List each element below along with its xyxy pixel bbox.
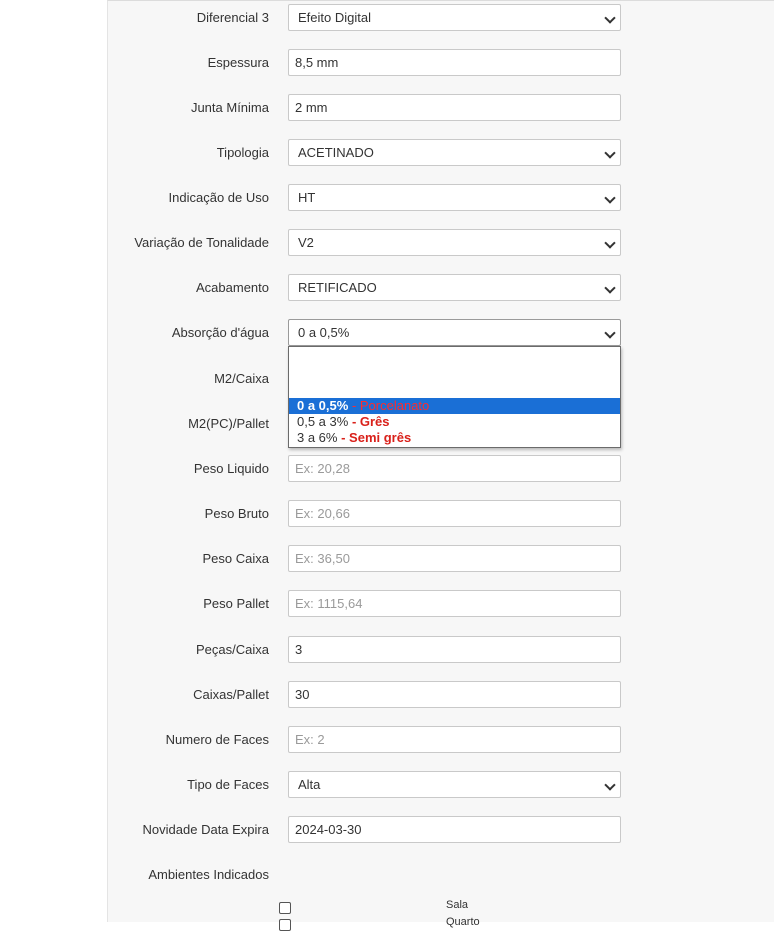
peso-caixa-input[interactable]: Ex: 36,50 [288, 545, 621, 572]
row-indicacao-uso: Indicação de Uso HT [108, 184, 774, 211]
numero-faces-input[interactable]: Ex: 2 [288, 726, 621, 753]
ambiente-label-quarto: Quarto [446, 916, 480, 928]
option-tag: - Grês [348, 414, 390, 429]
row-caixas-pallet: Caixas/Pallet 30 [108, 681, 774, 708]
variacao-tonalidade-label: Variação de Tonalidade [134, 235, 269, 250]
diferencial3-label: Diferencial 3 [196, 10, 269, 25]
indicacao-uso-select[interactable]: HT [288, 184, 621, 211]
row-peso-caixa: Peso Caixa Ex: 36,50 [108, 545, 774, 572]
form-panel: Diferencial 3 Efeito Digital Espessura 8… [107, 0, 774, 931]
row-tipo-faces: Tipo de Faces Alta [108, 771, 774, 798]
row-pecas-caixa: Peças/Caixa 3 [108, 636, 774, 663]
row-novidade-data-expira: Novidade Data Expira 2024-03-30 [108, 816, 774, 843]
row-peso-pallet: Peso Pallet Ex: 1115,64 [108, 590, 774, 617]
absorcao-agua-dropdown-list: 0 a 0,5% - Porcelanato 0,5 a 3% - Grês 3… [288, 346, 621, 448]
diferencial3-value: Efeito Digital [298, 10, 371, 25]
variacao-tonalidade-select[interactable]: V2 [288, 229, 621, 256]
acabamento-value: RETIFICADO [298, 280, 377, 295]
diferencial3-select[interactable]: Efeito Digital [288, 4, 621, 31]
ambientes-indicados-label: Ambientes Indicados [148, 867, 269, 882]
caixas-pallet-label: Caixas/Pallet [193, 687, 269, 702]
junta-minima-label: Junta Mínima [190, 100, 269, 115]
option-tag: - Porcelanato [348, 398, 430, 413]
absorcao-agua-value: 0 a 0,5% [298, 325, 350, 340]
row-tipologia: Tipologia ACETINADO [108, 139, 774, 166]
pecas-caixa-label: Peças/Caixa [196, 642, 269, 657]
caixas-pallet-input[interactable]: 30 [288, 681, 621, 708]
acabamento-label: Acabamento [196, 280, 269, 295]
row-ambientes-indicados: Ambientes Indicados [108, 861, 774, 888]
acabamento-select[interactable]: RETIFICADO [288, 274, 621, 301]
peso-caixa-label: Peso Caixa [202, 551, 269, 566]
option-value: 0 a 0,5% [297, 398, 349, 413]
row-junta-minima: Junta Mínima 2 mm [108, 94, 774, 121]
tipo-faces-value: Alta [298, 777, 321, 792]
peso-pallet-input[interactable]: Ex: 1115,64 [288, 590, 621, 617]
indicacao-uso-value: HT [298, 190, 316, 205]
chevron-down-icon [604, 779, 616, 791]
chevron-down-icon [604, 237, 616, 249]
junta-minima-input[interactable]: 2 mm [288, 94, 621, 121]
tipo-faces-label: Tipo de Faces [187, 777, 269, 792]
novidade-data-expira-input[interactable]: 2024-03-30 [288, 816, 621, 843]
option-value: 0,5 a 3% [297, 414, 349, 429]
checkbox-quarto[interactable] [279, 919, 291, 931]
chevron-down-icon [604, 327, 616, 339]
novidade-data-expira-label: Novidade Data Expira [142, 822, 269, 837]
option-tag: - Semi grês [337, 430, 412, 445]
ambiente-label-sala: Sala [446, 899, 469, 911]
chevron-down-icon [604, 147, 616, 159]
peso-bruto-label: Peso Bruto [204, 506, 269, 521]
checkbox-sala[interactable] [279, 902, 291, 914]
espessura-input[interactable]: 8,5 mm [288, 49, 621, 76]
chevron-down-icon [604, 12, 616, 24]
dropdown-option-semi-gres[interactable]: 3 a 6% - Semi grês [289, 430, 620, 446]
row-absorcao-agua: Absorção d'água 0 a 0,5% [108, 319, 774, 346]
peso-liquido-label: Peso Liquido [193, 461, 269, 476]
variacao-tonalidade-value: V2 [298, 235, 314, 250]
dropdown-option-porcelanato[interactable]: 0 a 0,5% - Porcelanato [289, 398, 620, 414]
row-peso-liquido: Peso Liquido Ex: 20,28 [108, 455, 774, 482]
chevron-down-icon [604, 192, 616, 204]
indicacao-uso-label: Indicação de Uso [168, 190, 269, 205]
pecas-caixa-input[interactable]: 3 [288, 636, 621, 663]
row-numero-faces: Numero de Faces Ex: 2 [108, 726, 774, 753]
peso-bruto-input[interactable]: Ex: 20,66 [288, 500, 621, 527]
m2-caixa-label: M2/Caixa [214, 371, 269, 386]
tipologia-select[interactable]: ACETINADO [288, 139, 621, 166]
tipologia-value: ACETINADO [298, 145, 374, 160]
peso-liquido-input[interactable]: Ex: 20,28 [288, 455, 621, 482]
row-variacao-tonalidade: Variação de Tonalidade V2 [108, 229, 774, 256]
absorcao-agua-label: Absorção d'água [171, 325, 269, 340]
peso-pallet-label: Peso Pallet [203, 596, 269, 611]
dropdown-option-gres[interactable]: 0,5 a 3% - Grês [289, 414, 620, 430]
chevron-down-icon [604, 282, 616, 294]
dropdown-option-empty[interactable] [289, 347, 620, 397]
numero-faces-label: Numero de Faces [165, 732, 269, 747]
row-peso-bruto: Peso Bruto Ex: 20,66 [108, 500, 774, 527]
absorcao-agua-select[interactable]: 0 a 0,5% [288, 319, 621, 346]
tipo-faces-select[interactable]: Alta [288, 771, 621, 798]
option-value: 3 a 6% [297, 430, 338, 445]
tipologia-label: Tipologia [216, 145, 269, 160]
row-espessura: Espessura 8,5 mm [108, 49, 774, 76]
espessura-label: Espessura [207, 55, 269, 70]
m2-pc-pallet-label: M2(PC)/Pallet [188, 416, 269, 431]
row-diferencial3: Diferencial 3 Efeito Digital [108, 4, 774, 31]
row-acabamento: Acabamento RETIFICADO [108, 274, 774, 301]
